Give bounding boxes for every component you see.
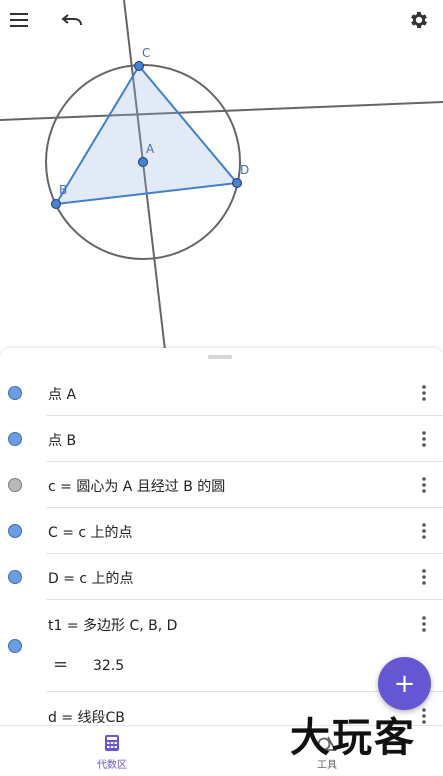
point-label-d: D: [240, 163, 249, 177]
algebra-row-label[interactable]: d = 线段CB: [48, 707, 125, 727]
algebra-row-label[interactable]: c = 圆心为 A 且经过 B 的圆: [48, 476, 225, 496]
calculator-icon: [105, 735, 119, 751]
algebra-row-label[interactable]: 点 B: [48, 430, 76, 450]
more-vert-icon[interactable]: [412, 381, 436, 405]
more-vert-icon[interactable]: [412, 519, 436, 543]
visibility-toggle[interactable]: [8, 639, 22, 653]
algebra-panel: 点 A 点 B c = 圆心为 A 且经过 B 的圆 C = c 上的点 D =…: [0, 348, 443, 728]
algebra-row[interactable]: C = c 上的点: [0, 508, 443, 554]
more-vert-icon[interactable]: [412, 612, 436, 636]
polygon-area-value: 32.5: [93, 658, 125, 674]
point-label-a: A: [146, 142, 155, 156]
algebra-row-label[interactable]: t1 = 多边形 C, B, D: [48, 615, 177, 635]
plus-icon: +: [393, 668, 416, 699]
point-d[interactable]: [232, 178, 242, 188]
algebra-row[interactable]: t1 = 多边形 C, B, D = 32.5: [0, 600, 443, 692]
panel-drag-handle[interactable]: [208, 355, 232, 359]
visibility-toggle[interactable]: [8, 478, 22, 492]
algebra-row-label[interactable]: D = c 上的点: [48, 568, 134, 588]
point-label-c: C: [142, 46, 150, 60]
algebra-row[interactable]: c = 圆心为 A 且经过 B 的圆: [0, 462, 443, 508]
watermark-text: 大玩客: [290, 714, 416, 761]
algebra-row[interactable]: 点 A: [0, 370, 443, 416]
algebra-row-label[interactable]: 点 A: [48, 384, 76, 404]
point-label-b: B: [59, 183, 67, 197]
point-a[interactable]: [138, 157, 148, 167]
algebra-row[interactable]: 点 B: [0, 416, 443, 462]
algebra-row-label[interactable]: C = c 上的点: [48, 522, 133, 542]
visibility-toggle[interactable]: [8, 432, 22, 446]
point-b[interactable]: [51, 199, 61, 209]
geometry-canvas[interactable]: A B C D: [0, 0, 443, 350]
algebra-row[interactable]: D = c 上的点: [0, 554, 443, 600]
more-vert-icon[interactable]: [412, 473, 436, 497]
more-vert-icon[interactable]: [412, 565, 436, 589]
more-vert-icon[interactable]: [412, 427, 436, 451]
tab-algebra[interactable]: 代数区: [72, 726, 152, 776]
point-c[interactable]: [134, 61, 144, 71]
visibility-toggle[interactable]: [8, 570, 22, 584]
result-equals-symbol: =: [53, 654, 69, 675]
add-input-button[interactable]: +: [378, 657, 431, 710]
visibility-toggle[interactable]: [8, 524, 22, 538]
tab-algebra-label: 代数区: [97, 760, 127, 771]
visibility-toggle[interactable]: [8, 386, 22, 400]
